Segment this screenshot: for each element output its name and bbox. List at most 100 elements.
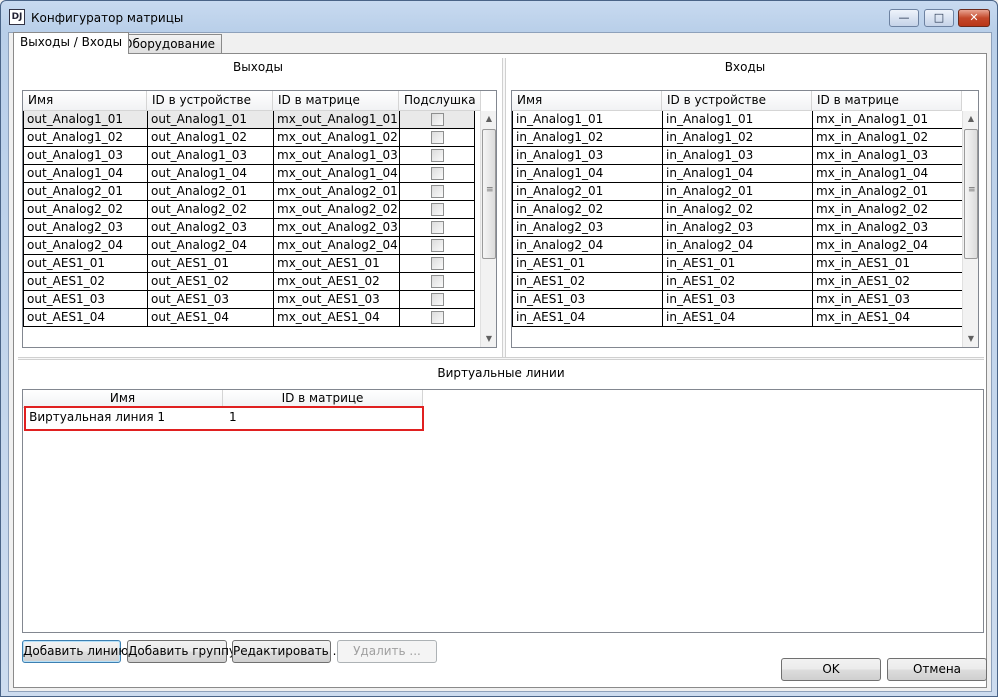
cell-device-id: in_Analog1_04	[663, 165, 813, 183]
cell-device-id: in_AES1_02	[663, 273, 813, 291]
outputs-grid[interactable]: Имя ID в устройстве ID в матрице Подслуш…	[22, 90, 497, 348]
table-row[interactable]: in_AES1_04 in_AES1_04 mx_in_AES1_04	[512, 309, 963, 327]
listen-checkbox[interactable]	[430, 113, 444, 126]
scroll-down-icon[interactable]: ▼	[481, 331, 496, 347]
listen-checkbox[interactable]	[430, 185, 444, 198]
table-row[interactable]: out_Analog1_04 out_Analog1_04 mx_out_Analo…	[23, 165, 475, 183]
cell-device-id: in_Analog1_02	[663, 129, 813, 147]
listen-checkbox[interactable]	[430, 167, 444, 180]
cell-matrix-id: mx_out_AES1_03	[274, 291, 400, 309]
scrollbar-thumb[interactable]: ≡	[964, 129, 978, 259]
edit-button[interactable]: Редактировать ...	[232, 640, 344, 663]
table-row[interactable]: in_Analog1_02 in_Analog1_02 mx_in_Analog1_…	[512, 129, 963, 147]
cell-name: out_Analog1_01	[23, 111, 148, 129]
cell-name: in_Analog2_04	[512, 237, 663, 255]
listen-checkbox[interactable]	[430, 149, 444, 162]
cell-device-id: out_Analog2_04	[148, 237, 274, 255]
column-header-name[interactable]: Имя	[512, 91, 662, 111]
table-row[interactable]: in_Analog2_03 in_Analog2_03 mx_in_Analog2_…	[512, 219, 963, 237]
cell-name: in_Analog1_03	[512, 147, 663, 165]
column-header-device-id[interactable]: ID в устройстве	[662, 91, 812, 111]
table-row[interactable]: out_Analog2_04 out_Analog2_04 mx_out_Analo…	[23, 237, 475, 255]
configurator-window: DJ Конфигуратор матрицы — □ ✕ Выходы / В…	[0, 0, 998, 697]
table-row[interactable]: out_Analog2_01 out_Analog2_01 mx_out_Analo…	[23, 183, 475, 201]
inputs-grid[interactable]: Имя ID в устройстве ID в матрице in_Anal…	[511, 90, 979, 348]
cell-name: out_Analog2_04	[23, 237, 148, 255]
table-row[interactable]: out_Analog2_03 out_Analog2_03 mx_out_Analo…	[23, 219, 475, 237]
cell-name: out_Analog2_01	[23, 183, 148, 201]
add-line-button[interactable]: Добавить линию	[22, 640, 128, 663]
cell-name: out_AES1_01	[23, 255, 148, 273]
cell-matrix-id: mx_out_Analog1_04	[274, 165, 400, 183]
table-row[interactable]: in_Analog2_01 in_Analog2_01 mx_in_Analog2_…	[512, 183, 963, 201]
table-row[interactable]: out_Analog1_02 out_Analog1_02 mx_out_Analo…	[23, 129, 475, 147]
scrollbar-thumb[interactable]: ≡	[482, 129, 496, 259]
table-row[interactable]: out_Analog1_03 out_Analog1_03 mx_out_Analo…	[23, 147, 475, 165]
cell-name: in_AES1_02	[512, 273, 663, 291]
maximize-icon[interactable]: □	[924, 9, 954, 27]
cell-matrix-id: mx_out_Analog2_01	[274, 183, 400, 201]
title-bar[interactable]: DJ Конфигуратор матрицы — □ ✕	[1, 1, 997, 33]
listen-checkbox[interactable]	[430, 239, 444, 252]
cell-device-id: in_Analog2_04	[663, 237, 813, 255]
table-row[interactable]: out_AES1_01 out_AES1_01 mx_out_AES1_01	[23, 255, 475, 273]
cell-listen	[400, 309, 475, 327]
column-header-name[interactable]: Имя	[23, 91, 147, 111]
table-row[interactable]: in_AES1_03 in_AES1_03 mx_in_AES1_03	[512, 291, 963, 309]
table-row[interactable]: in_Analog1_03 in_Analog1_03 mx_in_Analog1_…	[512, 147, 963, 165]
minimize-icon[interactable]: —	[889, 9, 919, 27]
add-group-button[interactable]: Добавить группу	[127, 640, 236, 663]
table-row[interactable]: in_Analog1_04 in_Analog1_04 mx_in_Analog1_…	[512, 165, 963, 183]
listen-checkbox[interactable]	[430, 311, 444, 324]
tab-outputs-inputs[interactable]: Выходы / Входы	[13, 32, 130, 54]
table-row[interactable]: in_AES1_02 in_AES1_02 mx_in_AES1_02	[512, 273, 963, 291]
cell-device-id: in_AES1_03	[663, 291, 813, 309]
horizontal-splitter[interactable]	[18, 357, 984, 360]
table-row[interactable]: out_AES1_02 out_AES1_02 mx_out_AES1_02	[23, 273, 475, 291]
close-icon[interactable]: ✕	[958, 9, 990, 27]
scroll-up-icon[interactable]: ▲	[481, 111, 496, 127]
outputs-scrollbar[interactable]: ▲ ≡ ▼	[480, 111, 496, 347]
scroll-down-icon[interactable]: ▼	[963, 331, 978, 347]
cell-matrix-id: mx_in_AES1_01	[813, 255, 963, 273]
column-header-matrix-id[interactable]: ID в матрице	[273, 91, 399, 111]
cell-device-id: out_Analog1_04	[148, 165, 274, 183]
listen-checkbox[interactable]	[430, 275, 444, 288]
cell-matrix-id: mx_out_Analog1_01	[274, 111, 400, 129]
listen-checkbox[interactable]	[430, 293, 444, 306]
cell-name: out_Analog1_03	[23, 147, 148, 165]
table-row[interactable]: in_AES1_01 in_AES1_01 mx_in_AES1_01	[512, 255, 963, 273]
delete-button[interactable]: Удалить ...	[337, 640, 437, 663]
table-row[interactable]: out_Analog2_02 out_Analog2_02 mx_out_Analo…	[23, 201, 475, 219]
listen-checkbox[interactable]	[430, 257, 444, 270]
cell-matrix-id: mx_out_Analog2_04	[274, 237, 400, 255]
cell-matrix-id: mx_out_AES1_01	[274, 255, 400, 273]
scroll-up-icon[interactable]: ▲	[963, 111, 978, 127]
column-header-listen[interactable]: Подслушка	[399, 91, 481, 111]
inputs-scrollbar[interactable]: ▲ ≡ ▼	[962, 111, 978, 347]
tab-equipment[interactable]: Оборудование	[116, 34, 222, 54]
column-header-matrix-id[interactable]: ID в матрице	[812, 91, 962, 111]
ok-button[interactable]: OK	[781, 658, 881, 681]
table-row[interactable]: in_Analog1_01 in_Analog1_01 mx_in_Analog1_…	[512, 111, 963, 129]
vertical-splitter[interactable]	[502, 58, 506, 358]
cell-matrix-id: mx_in_Analog2_03	[813, 219, 963, 237]
column-header-device-id[interactable]: ID в устройстве	[147, 91, 273, 111]
inputs-rows: in_Analog1_01 in_Analog1_01 mx_in_Analog1_…	[512, 111, 963, 327]
cell-listen	[400, 237, 475, 255]
cell-name: out_Analog1_04	[23, 165, 148, 183]
listen-checkbox[interactable]	[430, 203, 444, 216]
listen-checkbox[interactable]	[430, 221, 444, 234]
cell-name: in_Analog1_01	[512, 111, 663, 129]
outputs-rows: out_Analog1_01 out_Analog1_01 mx_out_Analo…	[23, 111, 475, 327]
cell-matrix-id: mx_out_Analog2_03	[274, 219, 400, 237]
table-row[interactable]: in_Analog2_02 in_Analog2_02 mx_in_Analog2_…	[512, 201, 963, 219]
table-row[interactable]: out_Analog1_01 out_Analog1_01 mx_out_Analo…	[23, 111, 475, 129]
table-row[interactable]: in_Analog2_04 in_Analog2_04 mx_in_Analog2_…	[512, 237, 963, 255]
cell-listen	[400, 129, 475, 147]
cancel-button[interactable]: Отмена	[887, 658, 987, 681]
cell-name: in_Analog2_03	[512, 219, 663, 237]
table-row[interactable]: out_AES1_03 out_AES1_03 mx_out_AES1_03	[23, 291, 475, 309]
listen-checkbox[interactable]	[430, 131, 444, 144]
table-row[interactable]: out_AES1_04 out_AES1_04 mx_out_AES1_04	[23, 309, 475, 327]
